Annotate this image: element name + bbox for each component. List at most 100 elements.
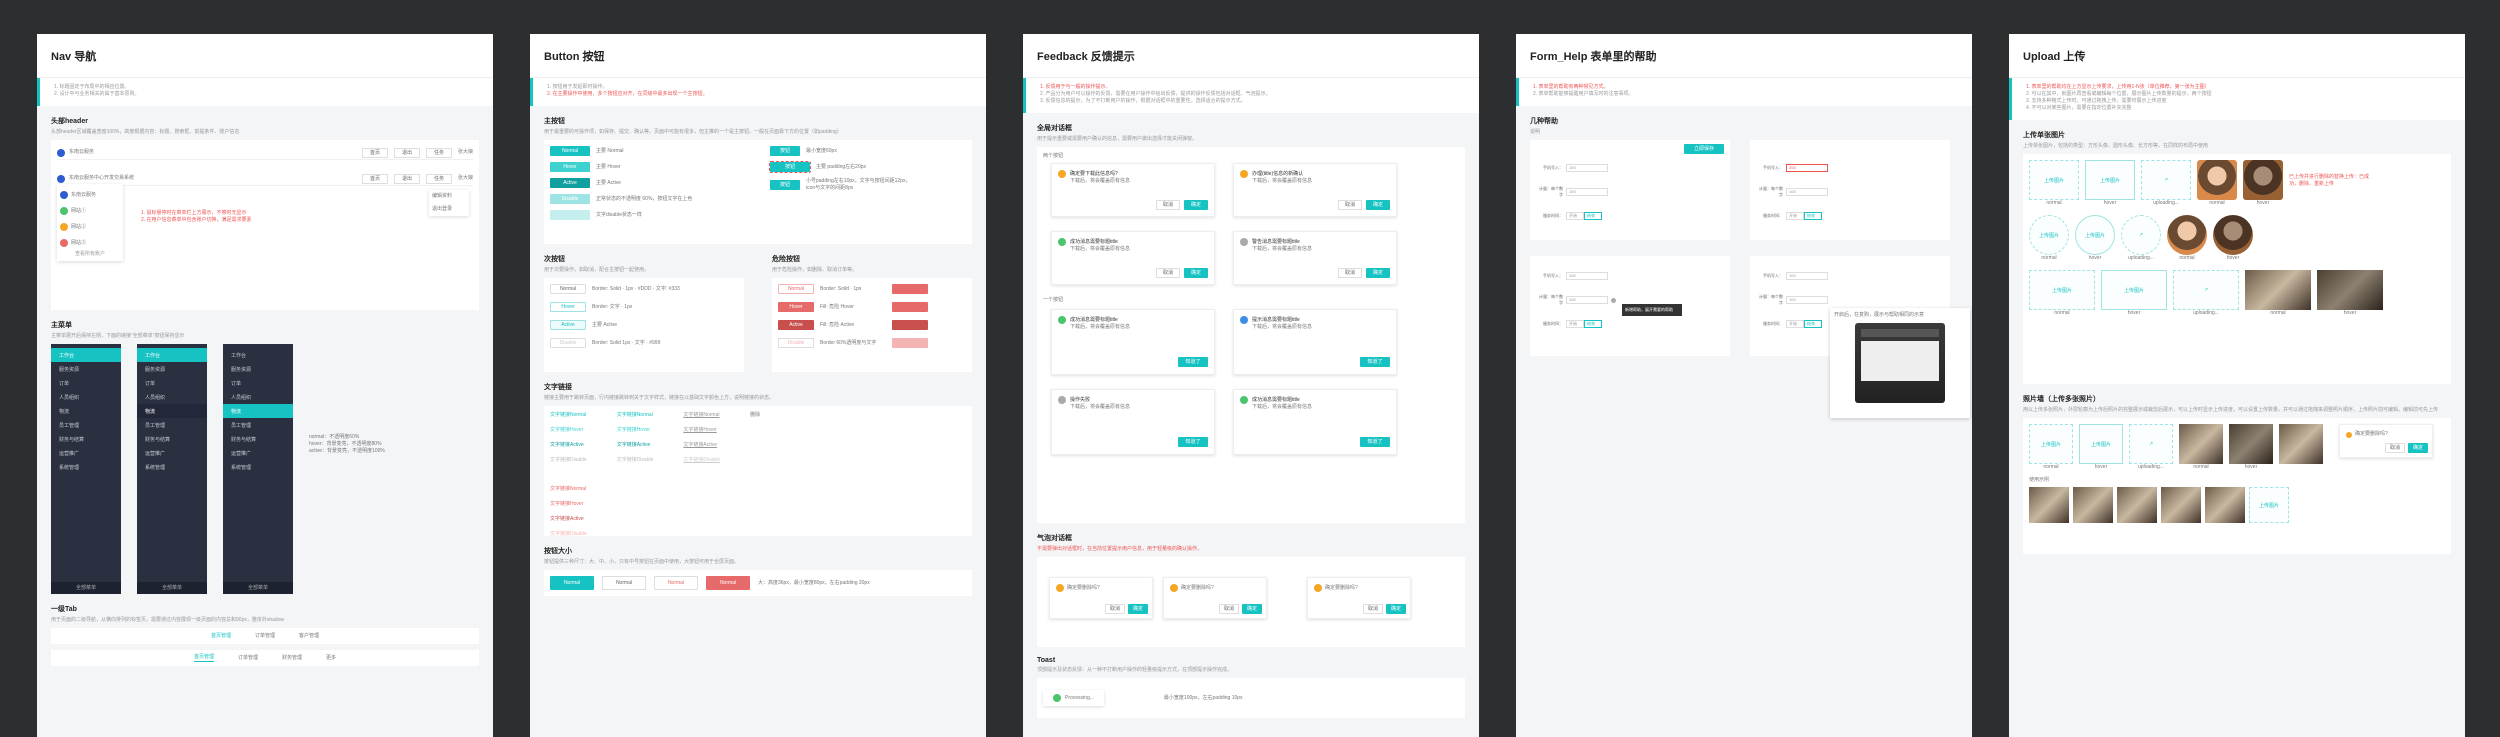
delete-tag[interactable]: 删除 [750,412,760,419]
uploaded-avatar-hover[interactable] [2243,160,2283,200]
tab-item[interactable]: 财务管理 [282,655,302,662]
wall-photo[interactable] [2161,487,2201,523]
uploaded-photo[interactable] [2245,270,2311,310]
phone-input-error[interactable]: 200 [1786,164,1828,172]
brand-name[interactable]: 东南云服务 [69,149,94,156]
ok-button[interactable]: 确定 [1366,200,1390,210]
danger-fill-button[interactable] [892,284,928,294]
know-button[interactable]: 知道了 [1360,357,1390,367]
text-link[interactable]: 文字链接Active [617,442,654,449]
sidebar-item[interactable]: 工作台 [137,348,207,362]
sidebar-item[interactable]: 订单 [51,376,121,390]
toggle-end[interactable]: 结束 [1584,212,1602,220]
toggle-start[interactable]: 开始 [1566,320,1584,328]
user-menu[interactable]: 张大娘 [458,175,473,182]
ok-button[interactable]: 确定 [1184,268,1208,278]
account-item[interactable]: 网站③ [60,235,120,251]
large-button[interactable]: Normal [602,576,646,590]
sidebar-item[interactable]: 服务资源 [223,362,293,376]
sidebar-item[interactable]: 员工管理 [137,418,207,432]
user-menu[interactable]: 张大娘 [458,149,473,156]
header-button[interactable]: 退出 [393,147,420,158]
quantity-input[interactable]: 100 [1566,296,1608,304]
know-button[interactable]: 知道了 [1360,437,1390,447]
phone-input[interactable]: 100 [1566,272,1608,280]
toggle-end[interactable]: 结束 [1804,320,1822,328]
popover-item[interactable]: 退出登录 [432,206,466,213]
sidebar-item[interactable]: 人员组织 [223,390,293,404]
sidebar-item[interactable]: 订单 [137,376,207,390]
sidebar-item[interactable]: 服务资源 [51,362,121,376]
toggle-start[interactable]: 开始 [1786,320,1804,328]
upload-box-add[interactable]: 上传图片 [2249,487,2289,523]
toggle-start[interactable]: 开始 [1566,212,1584,220]
text-link-danger[interactable]: 文字链接Normal [550,486,587,493]
header-button[interactable]: 首页 [361,173,388,184]
uploaded-avatar-round-hover[interactable] [2213,215,2253,255]
tab-item[interactable]: 首页管理 [211,633,231,640]
text-link-danger[interactable]: 文字链接Active [550,516,587,523]
tab-item[interactable]: 客户管理 [299,633,319,640]
upload-box-wide[interactable]: 上传图片 [2101,270,2167,310]
text-link[interactable]: 文字链接Hover [683,427,720,434]
toggle-end[interactable]: 结束 [1804,212,1822,220]
primary-button[interactable]: Normal [550,146,590,156]
text-link-danger[interactable]: 文字链接Hover [550,501,587,508]
popover-item[interactable]: 编辑资料 [432,193,466,200]
cancel-button[interactable]: 取消 [1156,200,1180,210]
small-button[interactable]: 按钮 [770,180,800,190]
tab-item[interactable]: 订单管理 [255,633,275,640]
quantity-input[interactable]: 100 [1786,296,1828,304]
sidebar-item[interactable]: 工作台 [51,348,121,362]
know-button[interactable]: 知道了 [1178,437,1208,447]
upload-box[interactable]: 上传图片 [2085,160,2135,200]
cancel-button[interactable]: 取消 [1105,604,1125,614]
account-item[interactable]: 东南云服务 [60,187,120,203]
sidebar-item[interactable]: 工作台 [223,348,293,362]
sidebar-item[interactable]: 系统管理 [51,460,121,474]
more-accounts-link[interactable]: 查看所有账户 [60,251,120,258]
sidebar-item[interactable]: 服务资源 [137,362,207,376]
text-link[interactable]: 文字链接Normal [683,412,720,419]
upload-box[interactable]: 上传图片 [2029,424,2073,464]
sidebar-item[interactable]: 物流 [51,404,121,418]
sidebar-item[interactable]: 运营推广 [51,446,121,460]
tab-item[interactable]: 更多 [326,655,336,662]
danger-button[interactable]: Normal [778,284,814,294]
sidebar-item[interactable]: 系统管理 [223,460,293,474]
wall-photo[interactable] [2073,487,2113,523]
know-button[interactable]: 知道了 [1178,357,1208,367]
wall-photo[interactable] [2029,487,2069,523]
text-link[interactable]: 文字链接Active [550,442,587,449]
wall-photo[interactable] [2205,487,2245,523]
tab-item[interactable]: 订单管理 [238,655,258,662]
text-link[interactable]: 文字链接Hover [617,427,654,434]
sidebar-item[interactable]: 财务与结算 [137,432,207,446]
uploaded-photo-hover[interactable] [2317,270,2383,310]
danger-fill-button[interactable] [892,320,928,330]
ok-button[interactable]: 确定 [2408,443,2428,453]
wall-photo[interactable] [2117,487,2157,523]
cancel-button[interactable]: 取消 [2385,443,2405,453]
primary-button[interactable]: Active [550,178,590,188]
small-button[interactable]: 按钮 [769,161,811,173]
toggle-end[interactable]: 结束 [1584,320,1602,328]
account-item[interactable]: 网站① [60,203,120,219]
cancel-button[interactable]: 取消 [1156,268,1180,278]
sidebar-item[interactable]: 财务与结算 [51,432,121,446]
danger-fill-button[interactable] [892,302,928,312]
cancel-button[interactable]: 取消 [1219,604,1239,614]
text-link[interactable]: 文字链接Normal [617,412,654,419]
all-menu-button[interactable]: 全部菜单 [223,582,293,594]
danger-button[interactable]: Active [778,320,814,330]
danger-button[interactable]: Hover [778,302,814,312]
large-button[interactable]: Normal [706,576,750,590]
ok-button[interactable]: 确定 [1128,604,1148,614]
sidebar-item[interactable]: 员工管理 [223,418,293,432]
ok-button[interactable]: 确定 [1184,200,1208,210]
sidebar-item[interactable]: 人员组织 [51,390,121,404]
sidebar-item[interactable]: 物流 [223,404,293,418]
upload-box-round[interactable]: 上传图片 [2075,215,2115,255]
text-link[interactable]: 文字链接Normal [550,412,587,419]
sidebar-item[interactable]: 财务与结算 [223,432,293,446]
